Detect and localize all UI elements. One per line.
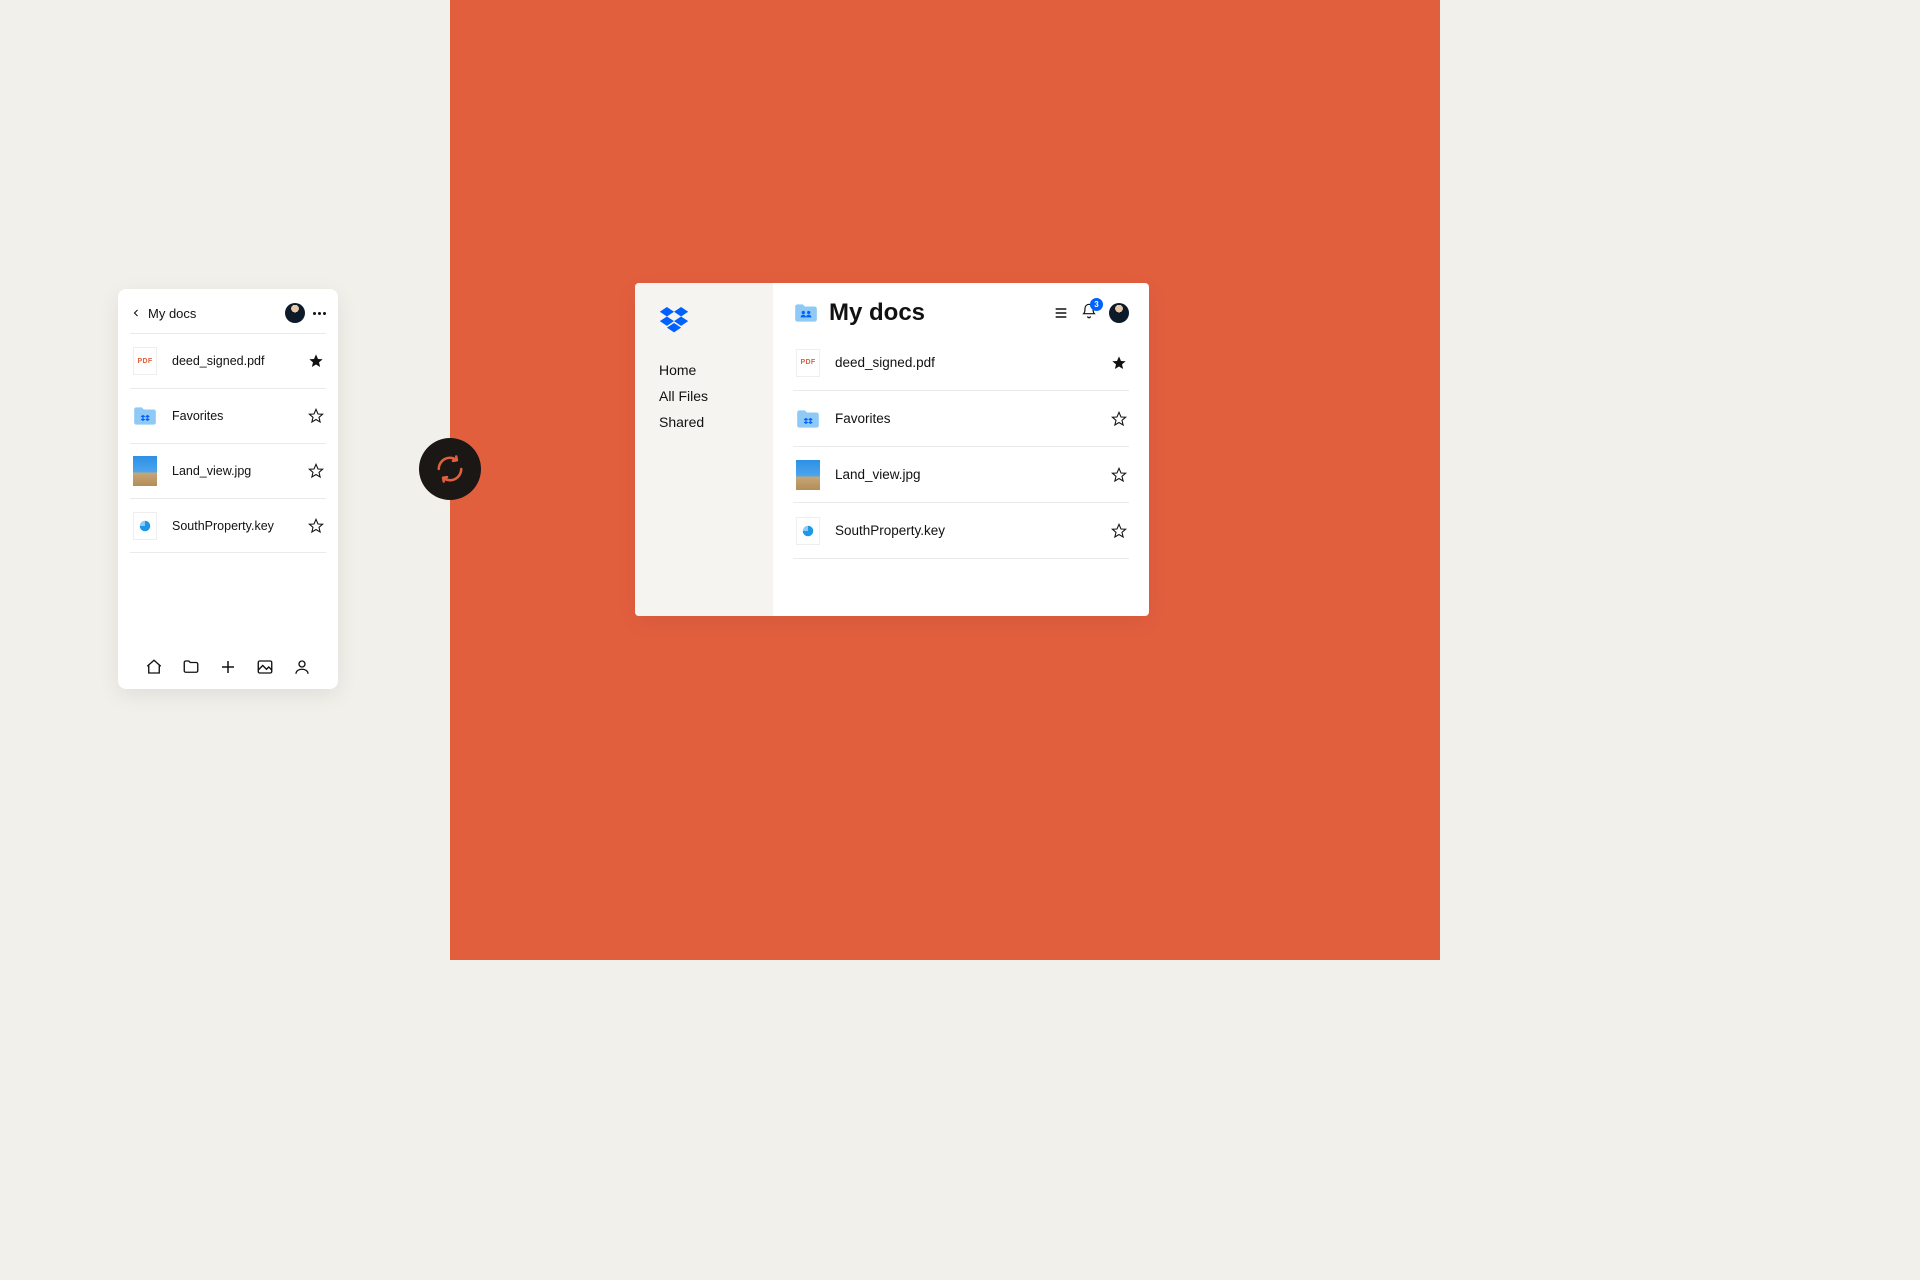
home-icon <box>145 658 163 676</box>
desktop-sidebar: Home All Files Shared <box>635 283 773 616</box>
sidebar-item-home[interactable]: Home <box>659 362 755 378</box>
star-filled-icon[interactable] <box>308 353 324 369</box>
star-outline-icon[interactable] <box>308 518 324 534</box>
list-item[interactable]: PDF deed_signed.pdf <box>793 335 1129 391</box>
dropbox-logo[interactable] <box>659 307 755 338</box>
file-name: deed_signed.pdf <box>172 354 264 368</box>
star-outline-icon[interactable] <box>308 408 324 424</box>
sync-icon <box>435 454 465 484</box>
list-item[interactable]: SouthProperty.key <box>793 503 1129 559</box>
list-item[interactable]: SouthProperty.key <box>130 498 326 553</box>
pdf-icon: PDF <box>132 346 158 376</box>
list-view-icon[interactable] <box>1053 305 1069 321</box>
star-outline-icon[interactable] <box>1111 523 1127 539</box>
star-filled-icon[interactable] <box>1111 355 1127 371</box>
files-tab[interactable] <box>181 657 201 677</box>
folder-icon <box>795 404 821 434</box>
add-tab[interactable] <box>218 657 238 677</box>
keynote-icon <box>795 516 821 546</box>
file-name: SouthProperty.key <box>172 519 274 533</box>
avatar[interactable] <box>285 303 305 323</box>
desktop-file-list: PDF deed_signed.pdf Favorites <box>793 335 1129 559</box>
file-name: SouthProperty.key <box>835 523 945 538</box>
list-item[interactable]: Land_view.jpg <box>793 447 1129 503</box>
notification-badge: 3 <box>1090 298 1103 311</box>
sync-indicator <box>419 438 481 500</box>
mobile-folder-title: My docs <box>148 306 196 321</box>
account-tab[interactable] <box>292 657 312 677</box>
file-name: Land_view.jpg <box>835 467 921 482</box>
plus-icon <box>219 658 237 676</box>
sidebar-item-all-files[interactable]: All Files <box>659 388 755 404</box>
avatar[interactable] <box>1109 303 1129 323</box>
folder-icon <box>132 401 158 431</box>
star-outline-icon[interactable] <box>1111 467 1127 483</box>
home-tab[interactable] <box>144 657 164 677</box>
file-name: Favorites <box>835 411 891 426</box>
image-icon <box>256 658 274 676</box>
desktop-main: My docs 3 PDF deed_signed.pdf <box>773 283 1149 616</box>
image-thumbnail <box>132 456 158 486</box>
file-name: Land_view.jpg <box>172 464 251 478</box>
star-outline-icon[interactable] <box>308 463 324 479</box>
dropbox-icon <box>659 307 689 333</box>
star-outline-icon[interactable] <box>1111 411 1127 427</box>
image-thumbnail <box>795 460 821 490</box>
folder-title: My docs <box>829 299 925 327</box>
mobile-file-list: PDF deed_signed.pdf Favorites Land_view.… <box>130 333 326 553</box>
person-icon <box>293 658 311 676</box>
list-item[interactable]: PDF deed_signed.pdf <box>130 333 326 388</box>
mobile-view: My docs PDF deed_signed.pdf Favorites <box>118 289 338 689</box>
mobile-title-group[interactable]: My docs <box>130 306 196 321</box>
file-name: Favorites <box>172 409 223 423</box>
photos-tab[interactable] <box>255 657 275 677</box>
keynote-icon <box>132 511 158 541</box>
pdf-icon: PDF <box>795 348 821 378</box>
chevron-left-icon[interactable] <box>130 307 142 319</box>
notifications-button[interactable]: 3 <box>1081 303 1097 324</box>
mobile-bottom-nav <box>130 653 326 679</box>
mobile-header: My docs <box>130 303 326 323</box>
list-item[interactable]: Favorites <box>130 388 326 443</box>
desktop-header: My docs 3 <box>793 299 1129 327</box>
sidebar-item-shared[interactable]: Shared <box>659 414 755 430</box>
desktop-view: Home All Files Shared My docs 3 <box>635 283 1149 616</box>
more-menu-button[interactable] <box>313 312 326 315</box>
folder-outline-icon <box>182 658 200 676</box>
file-name: deed_signed.pdf <box>835 355 935 370</box>
list-item[interactable]: Land_view.jpg <box>130 443 326 498</box>
shared-folder-icon <box>793 302 819 324</box>
list-item[interactable]: Favorites <box>793 391 1129 447</box>
